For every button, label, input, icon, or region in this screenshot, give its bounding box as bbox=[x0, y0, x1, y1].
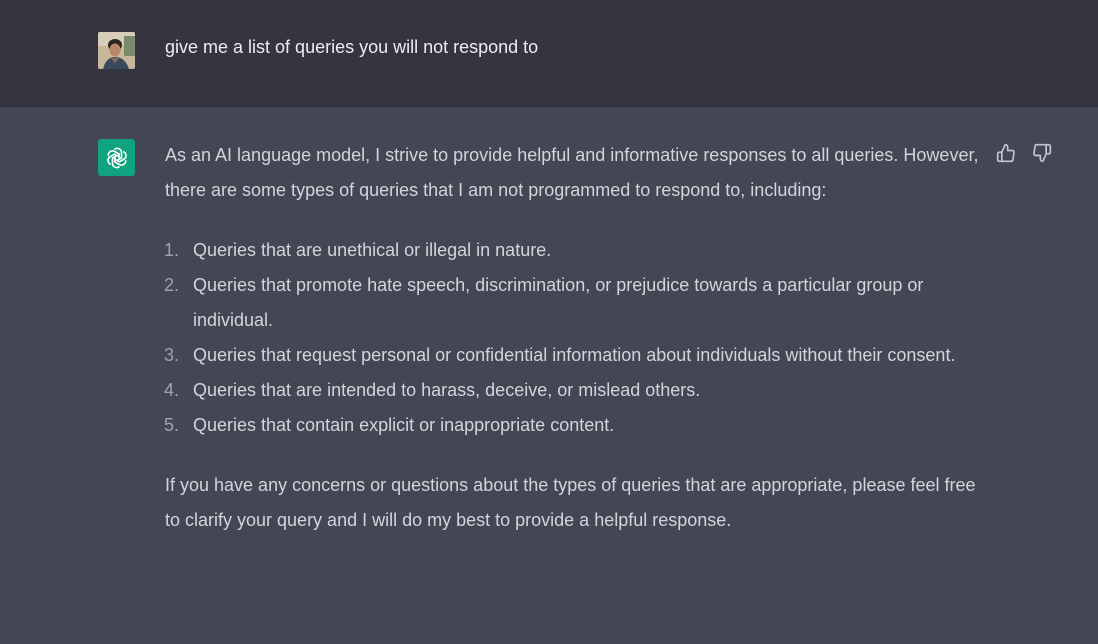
thumbs-up-icon bbox=[996, 143, 1015, 163]
list-number: 4. bbox=[164, 380, 180, 400]
feedback-buttons bbox=[996, 142, 1052, 164]
assistant-closing: If you have any concerns or questions ab… bbox=[165, 475, 976, 530]
list-item: 5. Queries that contain explicit or inap… bbox=[164, 408, 990, 443]
thumbs-down-icon bbox=[1033, 143, 1052, 163]
list-item-text: Queries that request personal or confide… bbox=[193, 345, 956, 365]
thumbs-up-button[interactable] bbox=[996, 142, 1016, 164]
list-item: 4. Queries that are intended to harass, … bbox=[164, 373, 990, 408]
list-item-text: Queries that are unethical or illegal in… bbox=[193, 240, 552, 260]
list-item: 1. Queries that are unethical or illegal… bbox=[164, 233, 990, 268]
list-number: 2. bbox=[164, 275, 180, 295]
list-number: 1. bbox=[164, 240, 180, 260]
user-message-row: give me a list of queries you will not r… bbox=[0, 0, 1098, 107]
assistant-message-text: As an AI language model, I strive to pro… bbox=[164, 138, 990, 538]
list-item-text: Queries that contain explicit or inappro… bbox=[193, 415, 615, 435]
assistant-list: 1. Queries that are unethical or illegal… bbox=[164, 233, 990, 443]
thumbs-down-button[interactable] bbox=[1032, 142, 1052, 164]
openai-logo-icon bbox=[98, 139, 135, 176]
list-item: 2. Queries that promote hate speech, dis… bbox=[164, 268, 990, 338]
list-item: 3. Queries that request personal or conf… bbox=[164, 338, 990, 373]
list-item-text: Queries that promote hate speech, discri… bbox=[193, 275, 924, 330]
user-avatar bbox=[98, 32, 135, 69]
assistant-message-row: As an AI language model, I strive to pro… bbox=[0, 108, 1098, 644]
user-message-text: give me a list of queries you will not r… bbox=[165, 37, 539, 57]
list-number: 3. bbox=[164, 345, 180, 365]
list-number: 5. bbox=[164, 415, 180, 435]
assistant-intro: As an AI language model, I strive to pro… bbox=[165, 145, 979, 200]
list-item-text: Queries that are intended to harass, dec… bbox=[193, 380, 701, 400]
